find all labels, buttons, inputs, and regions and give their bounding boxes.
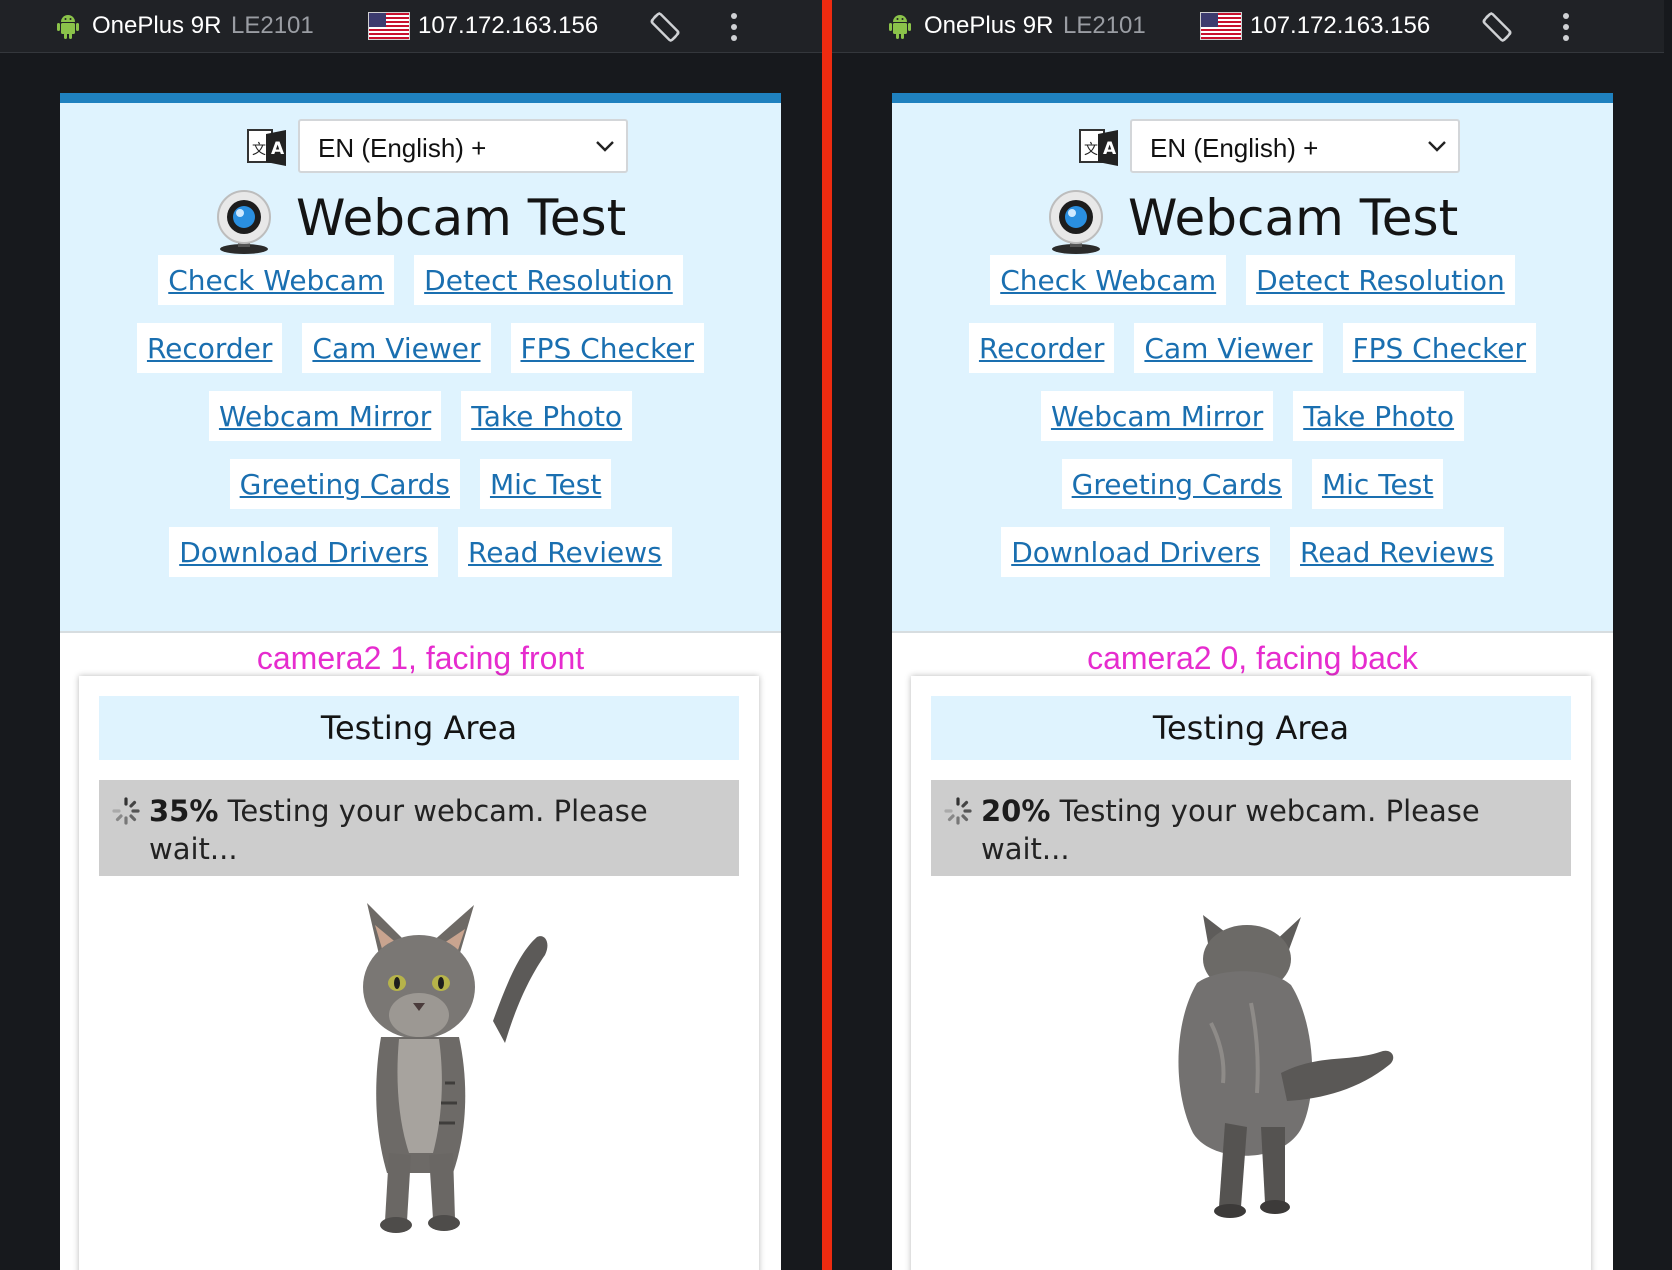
nav-link-take-photo[interactable]: Take Photo [1293, 391, 1465, 441]
nav-link-fps-checker[interactable]: FPS Checker [1342, 323, 1537, 373]
panel-divider [822, 0, 832, 1270]
nav-link-cam-viewer[interactable]: Cam Viewer [302, 323, 491, 373]
nav-link-detect-resolution[interactable]: Detect Resolution [414, 255, 683, 305]
nav-link-mic-test[interactable]: Mic Test [479, 459, 612, 509]
nav-link-detect-resolution[interactable]: Detect Resolution [1246, 255, 1515, 305]
testing-area-card: Testing Area 35% Testing your webcam. Pl… [79, 676, 759, 1270]
nav-link-mic-test[interactable]: Mic Test [1311, 459, 1444, 509]
progress-status: 20% Testing your webcam. Please wait... [931, 780, 1571, 876]
nav-row: Webcam Mirror Take Photo [60, 391, 781, 441]
nav-link-webcam-mirror[interactable]: Webcam Mirror [1040, 391, 1274, 441]
us-flag-icon [1200, 12, 1242, 40]
cat-front-image [363, 903, 548, 1233]
testing-area-card: Testing Area 20% Testing your webcam. Pl… [911, 676, 1591, 1270]
language-selected-value: EN (English) + [318, 133, 487, 163]
more-menu-icon[interactable] [729, 12, 739, 42]
nav-link-greeting-cards[interactable]: Greeting Cards [229, 459, 460, 509]
nav-row: Webcam Mirror Take Photo [892, 391, 1613, 441]
nav-link-cam-viewer[interactable]: Cam Viewer [1134, 323, 1323, 373]
android-icon [889, 15, 911, 39]
spinner-icon [944, 797, 972, 825]
progress-message: Testing your webcam. Please wait... [149, 794, 648, 866]
device-name: OnePlus 9R [924, 12, 1054, 39]
nav-row: Download Drivers Read Reviews [60, 527, 781, 577]
nav-row: Recorder Cam Viewer FPS Checker [892, 323, 1613, 373]
language-select[interactable]: EN (English) + [298, 119, 628, 173]
nav-link-recorder[interactable]: Recorder [968, 323, 1115, 373]
nav-link-webcam-mirror[interactable]: Webcam Mirror [208, 391, 442, 441]
rotate-screen-icon[interactable] [646, 8, 684, 46]
nav-row: Download Drivers Read Reviews [892, 527, 1613, 577]
cat-back [1178, 915, 1394, 1218]
progress-message: Testing your webcam. Please wait... [981, 794, 1480, 866]
nav-row: Check Webcam Detect Resolution [892, 255, 1613, 305]
device-name: OnePlus 9R [92, 12, 222, 39]
nav-link-check-webcam[interactable]: Check Webcam [990, 255, 1227, 305]
webpage: 文 A EN (English) + Webcam Test Check Web… [60, 93, 781, 1270]
us-flag-icon [368, 12, 410, 40]
page-header: 文 A EN (English) + Webcam Test Check Web… [892, 103, 1613, 633]
nav-row: Greeting Cards Mic Test [892, 459, 1613, 509]
device-model: LE2101 [1063, 12, 1146, 39]
page-title: Webcam Test [1128, 189, 1459, 247]
translate-icon: 文 A [1079, 129, 1118, 166]
nav-row: Greeting Cards Mic Test [60, 459, 781, 509]
more-menu-icon[interactable] [1561, 12, 1571, 42]
chevron-down-icon [1428, 141, 1446, 152]
webpage: 文 A EN (English) + Webcam Test Check Web… [892, 93, 1613, 1270]
nav-link-greeting-cards[interactable]: Greeting Cards [1061, 459, 1292, 509]
svg-text:文: 文 [252, 142, 266, 158]
nav-link-read-reviews[interactable]: Read Reviews [458, 527, 672, 577]
device-panel-right: OnePlus 9R LE2101 107.172.163.156 文 A EN… [832, 0, 1664, 1270]
nav-link-read-reviews[interactable]: Read Reviews [1290, 527, 1504, 577]
device-model: LE2101 [231, 12, 314, 39]
android-icon [57, 15, 79, 39]
page-title: Webcam Test [296, 189, 627, 247]
device-toolbar: OnePlus 9R LE2101 107.172.163.156 [0, 0, 832, 53]
webcam-icon [217, 190, 271, 254]
translate-icon: 文 A [247, 129, 286, 166]
nav-link-download-drivers[interactable]: Download Drivers [169, 527, 439, 577]
svg-text:A: A [271, 139, 285, 159]
nav-link-take-photo[interactable]: Take Photo [461, 391, 633, 441]
nav-link-download-drivers[interactable]: Download Drivers [1001, 527, 1271, 577]
nav-row: Recorder Cam Viewer FPS Checker [60, 323, 781, 373]
progress-status: 35% Testing your webcam. Please wait... [99, 780, 739, 876]
testing-area-title: Testing Area [99, 696, 739, 760]
page-header: 文 A EN (English) + Webcam Test Check Web… [60, 103, 781, 633]
language-selected-value: EN (English) + [1150, 133, 1319, 163]
spinner-icon [112, 797, 140, 825]
webcam-icon [1049, 190, 1103, 254]
language-select[interactable]: EN (English) + [1130, 119, 1460, 173]
ip-address: 107.172.163.156 [418, 12, 599, 39]
nav-link-recorder[interactable]: Recorder [136, 323, 283, 373]
progress-percent: 20% [981, 794, 1051, 828]
nav-link-fps-checker[interactable]: FPS Checker [510, 323, 705, 373]
rotate-screen-icon[interactable] [1478, 8, 1516, 46]
cat-front [363, 903, 548, 1233]
nav-row: Check Webcam Detect Resolution [60, 255, 781, 305]
progress-percent: 35% [149, 794, 219, 828]
ip-address: 107.172.163.156 [1250, 12, 1431, 39]
device-panel-left: OnePlus 9R LE2101 107.172.163.156 文 A EN… [0, 0, 832, 1270]
chevron-down-icon [596, 141, 614, 152]
svg-text:A: A [1103, 139, 1117, 159]
cat-back-image [1178, 915, 1394, 1218]
testing-area-title: Testing Area [931, 696, 1571, 760]
device-toolbar: OnePlus 9R LE2101 107.172.163.156 [832, 0, 1664, 53]
nav-link-check-webcam[interactable]: Check Webcam [158, 255, 395, 305]
svg-text:文: 文 [1084, 142, 1098, 158]
